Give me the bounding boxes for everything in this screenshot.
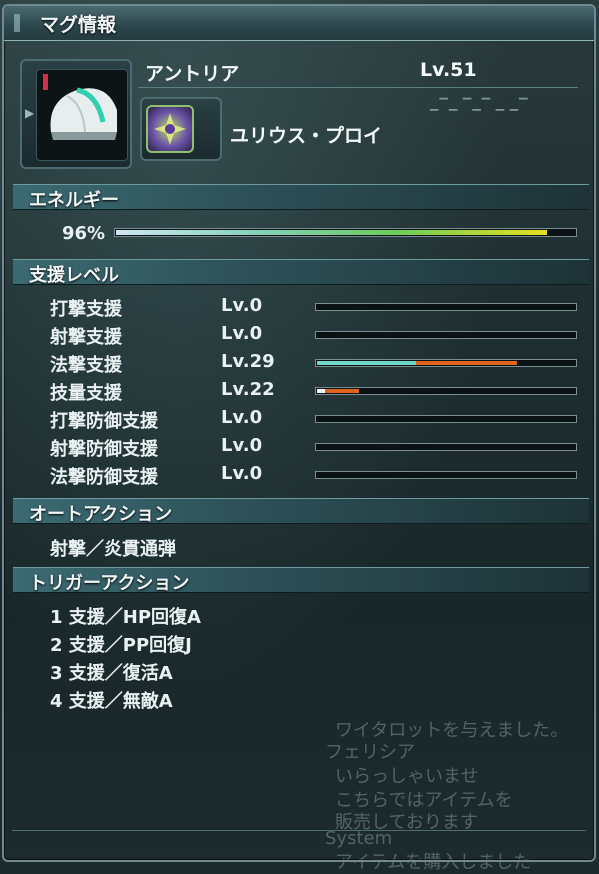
section-header-auto-action: オートアクション [13, 498, 589, 525]
support-bar [315, 415, 577, 423]
support-bar [315, 443, 577, 451]
section-title: トリガーアクション [29, 573, 190, 594]
support-level: Lv.22 [221, 379, 275, 400]
window-title: マグ情報 [40, 14, 117, 36]
mag-level: Lv.51 [420, 59, 477, 81]
support-bar-fill [317, 389, 325, 393]
trigger-action-item: 1 支援／HP回復A [50, 607, 201, 628]
mag-helmet-icon [36, 69, 128, 161]
photon-blast-name: ユリウス・プロイ [230, 125, 383, 147]
bottom-divider [12, 830, 586, 831]
decorative-glyphs: ▁▔▁ ▔▁▔ ▁ ▁▔ [430, 98, 529, 111]
support-bar [315, 303, 577, 311]
auto-action-item: 射撃／炎貫通弾 [50, 539, 176, 560]
support-bar-progress [416, 361, 517, 365]
support-label: 法撃防御支援 [50, 467, 158, 488]
support-level: Lv.0 [221, 323, 263, 344]
support-level: Lv.0 [221, 407, 263, 428]
section-title: エネルギー [29, 190, 119, 211]
support-bar-progress [325, 389, 359, 393]
support-bar [315, 331, 577, 339]
support-label: 射撃支援 [50, 327, 122, 348]
photon-blast-frame[interactable] [140, 97, 222, 161]
support-label: 射撃防御支援 [50, 439, 158, 460]
section-header-support: 支援レベル [13, 259, 589, 286]
support-level: Lv.0 [221, 295, 263, 316]
trigger-action-item: 4 支援／無敵A [50, 691, 173, 712]
mag-name: アントリア [145, 63, 240, 85]
section-title: 支援レベル [29, 265, 119, 286]
trigger-action-item: 3 支援／復活A [50, 663, 173, 684]
support-bar-fill [317, 361, 416, 365]
section-header-energy: エネルギー [13, 184, 589, 211]
support-bar [315, 471, 577, 479]
trigger-action-item: 2 支援／PP回復J [50, 635, 192, 656]
mag-icon-frame[interactable]: ▶ [20, 59, 132, 169]
support-level: Lv.29 [221, 351, 275, 372]
section-header-trigger-action: トリガーアクション [13, 567, 589, 594]
support-level: Lv.0 [221, 463, 263, 484]
support-label: 打撃支援 [50, 299, 122, 320]
play-arrow-icon: ▶ [25, 106, 35, 120]
energy-bar-fill [116, 230, 547, 235]
support-bar [315, 387, 577, 395]
support-bar [315, 359, 577, 367]
energy-percent: 96% [62, 223, 106, 244]
titlebar-notch [14, 14, 20, 32]
support-level: Lv.0 [221, 435, 263, 456]
section-title: オートアクション [29, 504, 173, 525]
energy-bar [114, 228, 577, 237]
support-label: 法撃支援 [50, 355, 122, 376]
divider [138, 87, 578, 88]
support-label: 打撃防御支援 [50, 411, 158, 432]
window-titlebar[interactable]: マグ情報 [4, 6, 594, 41]
support-label: 技量支援 [50, 383, 122, 404]
photon-blast-icon [146, 105, 194, 153]
